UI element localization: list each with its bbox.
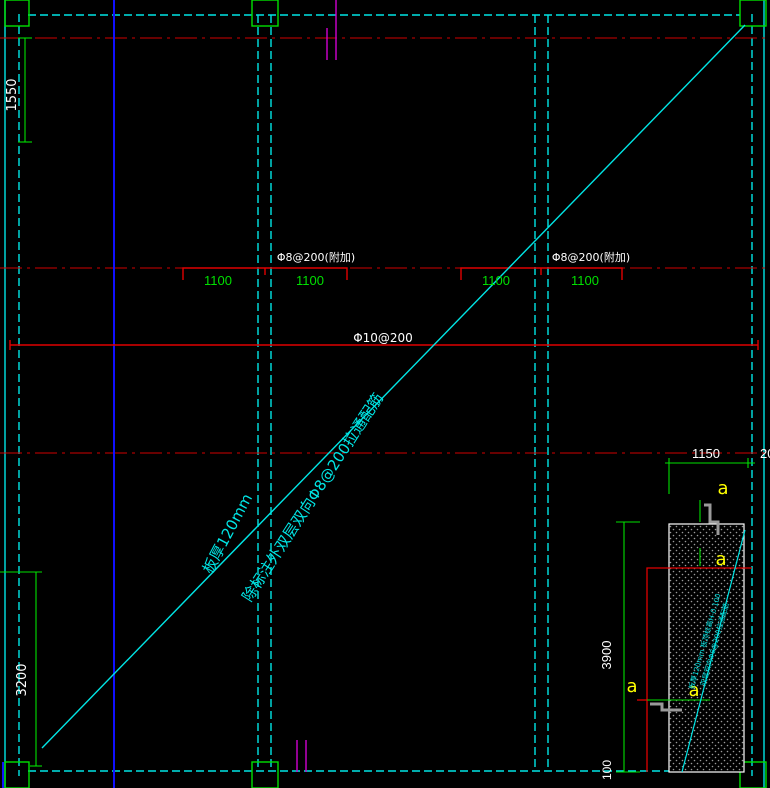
seg-label-4: 1100 — [571, 273, 599, 288]
bar-spec-add-2: Φ8@200(附加) — [552, 250, 630, 264]
bar-spec-add-1: Φ8@200(附加) — [277, 250, 355, 264]
dim-bottom-left-label: 3200 — [15, 663, 30, 696]
dim-right-bottom-label: 100 — [600, 760, 614, 780]
dim-top-left-label: 1550 — [5, 78, 20, 111]
dim-right-top-partial: 20 — [760, 446, 770, 461]
sym-a-2: a — [715, 549, 726, 570]
bar-spec-main: Φ10@200 — [353, 331, 413, 345]
seg-label-1: 1100 — [204, 273, 232, 288]
seg-label-2: 1100 — [296, 273, 324, 288]
cad-drawing-canvas: 1550 3200 Φ8@200(附加) Φ8@200(附加) 1100 110… — [0, 0, 770, 788]
sym-a-3: a — [626, 676, 637, 697]
seg-label-3: 1100 — [482, 273, 510, 288]
sym-a-1: a — [717, 478, 728, 499]
dim-right-top-label: 1150 — [692, 446, 720, 461]
dim-right-vertical-label: 3900 — [599, 641, 614, 670]
